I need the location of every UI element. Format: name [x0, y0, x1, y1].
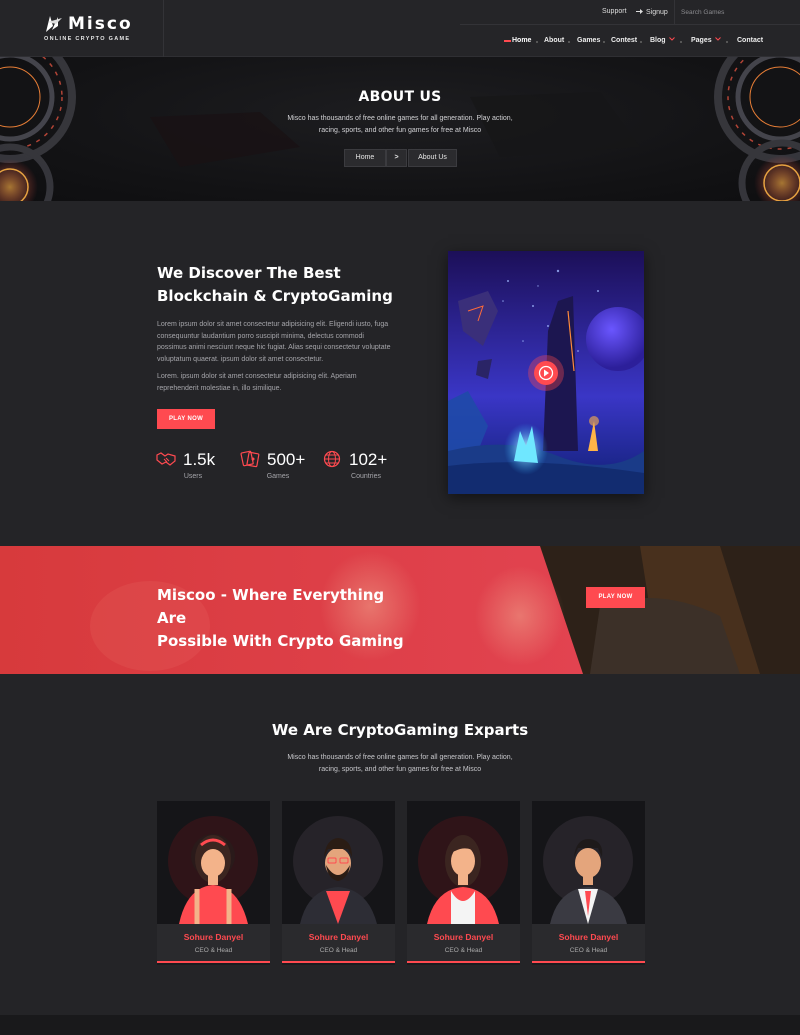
team-card-info: Sohure Danyel CEO & Head [282, 924, 395, 963]
video-thumbnail[interactable] [448, 251, 644, 494]
nav-about[interactable]: About [544, 37, 564, 44]
about-heading-line2: Blockchain & CryptoGaming [157, 287, 393, 305]
banner-heading-line1: Miscoo - Where Everything Are [157, 586, 385, 627]
site-header: Misco ONLINE CRYPTO GAME Support Signup … [0, 0, 800, 57]
banner-play-now-button[interactable]: PLAY NOW [586, 587, 645, 608]
page-hero: ABOUT US Misco has thousands of free onl… [0, 57, 800, 201]
team-card[interactable]: Sohure Danyel CEO & Head [282, 801, 395, 965]
team-member-role: CEO & Head [444, 947, 483, 954]
nav-separator [680, 41, 682, 43]
team-card-info: Sohure Danyel CEO & Head [157, 924, 270, 963]
top-bar: Support Signup [460, 0, 800, 25]
team-member-name: Sohure Danyel [433, 932, 494, 942]
brand-tagline: ONLINE CRYPTO GAME [44, 36, 131, 42]
nav-pages[interactable]: Pages [691, 37, 721, 44]
chevron-down-icon [668, 37, 675, 41]
hero-subtitle: Misco has thousands of free online games… [287, 115, 513, 134]
stat-countries-value: 102+ [349, 450, 388, 469]
stat-countries-label: Countries [351, 473, 381, 480]
nav-blog[interactable]: Blog [650, 37, 675, 44]
nav-pages-label: Pages [691, 37, 712, 44]
cards-icon [240, 450, 260, 468]
search-input[interactable] [681, 6, 781, 19]
about-heading: We Discover The Best Blockchain & Crypto… [157, 262, 417, 308]
about-heading-line1: We Discover The Best [157, 264, 341, 282]
nav-separator [640, 41, 642, 43]
nav-active-indicator [504, 40, 511, 42]
brand-name: Misco [68, 14, 133, 34]
team-card-info: Sohure Danyel CEO & Head [407, 924, 520, 963]
team-member-role: CEO & Head [319, 947, 358, 954]
banner-heading: Miscoo - Where Everything Are Possible W… [157, 584, 417, 653]
nav-home[interactable]: Home [512, 37, 531, 44]
team-card[interactable]: Sohure Danyel CEO & Head [532, 801, 645, 965]
support-link[interactable]: Support [602, 8, 627, 15]
team-member-name: Sohure Danyel [308, 932, 369, 942]
nav-games[interactable]: Games [577, 37, 600, 44]
team-heading: We Are CryptoGaming Exparts [271, 721, 529, 739]
avatar [407, 801, 520, 924]
avatar [282, 801, 395, 924]
nav-contact[interactable]: Contact [737, 37, 763, 44]
search-box [674, 0, 800, 25]
team-member-role: CEO & Head [569, 947, 608, 954]
play-icon[interactable] [536, 364, 556, 382]
breadcrumb-current: About Us [408, 149, 457, 167]
nav-contest[interactable]: Contest [611, 37, 637, 44]
nav-separator [536, 41, 538, 43]
nav-separator [568, 41, 570, 43]
stat-games-label: Games [266, 473, 290, 480]
breadcrumb-separator: > [386, 149, 407, 167]
signup-label: Signup [646, 9, 668, 16]
stat-users-label: Users [183, 473, 203, 480]
signup-link[interactable]: Signup [636, 8, 668, 16]
nav-separator [603, 41, 605, 43]
team-member-name: Sohure Danyel [183, 932, 244, 942]
logo-icon [46, 16, 62, 32]
nav-blog-label: Blog [650, 37, 666, 44]
about-paragraph: Lorem. ipsum dolor sit amet consectetur … [157, 373, 357, 392]
team-subtitle: Misco has thousands of free online games… [287, 754, 513, 773]
globe-icon [323, 450, 341, 468]
avatar [532, 801, 645, 924]
nav-separator [726, 41, 728, 43]
avatar [157, 801, 270, 924]
banner-heading-line2: Possible With Crypto Gaming [157, 632, 404, 650]
page-title: ABOUT US [358, 89, 442, 105]
team-member-name: Sohure Danyel [558, 932, 619, 942]
stat-users-value: 1.5k [183, 450, 216, 469]
handshake-icon [156, 452, 176, 466]
play-now-button[interactable]: PLAY NOW [157, 409, 215, 429]
about-paragraph: Lorem ipsum dolor sit amet consectetur a… [157, 321, 391, 363]
signin-icon [636, 9, 643, 14]
team-card[interactable]: Sohure Danyel CEO & Head [407, 801, 520, 965]
team-card[interactable]: Sohure Danyel CEO & Head [157, 801, 270, 965]
team-member-role: CEO & Head [194, 947, 233, 954]
logo[interactable]: Misco ONLINE CRYPTO GAME [0, 0, 164, 57]
breadcrumb-home[interactable]: Home [344, 149, 386, 167]
site-footer [0, 1015, 800, 1035]
stat-games-value: 500+ [267, 450, 306, 469]
page: { "brand": {"name": "Misco", "tagline": … [0, 0, 800, 1035]
chevron-down-icon [714, 37, 721, 41]
team-card-info: Sohure Danyel CEO & Head [532, 924, 645, 963]
